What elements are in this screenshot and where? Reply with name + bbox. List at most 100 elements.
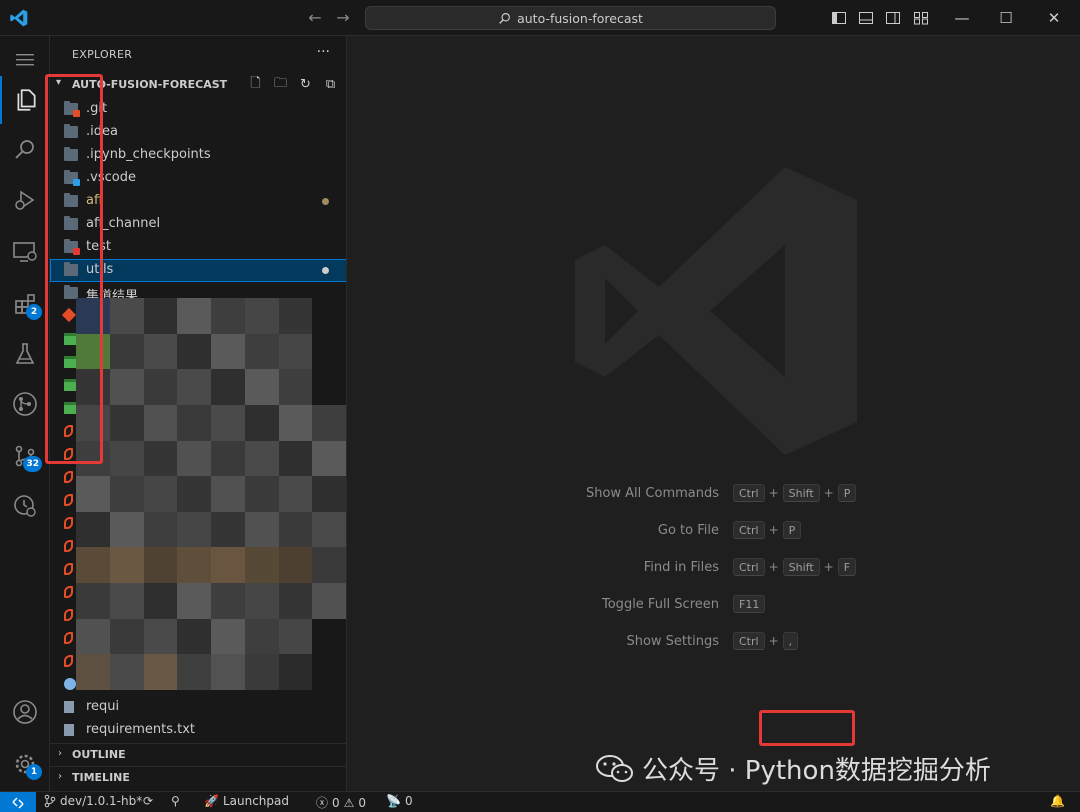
outline-section[interactable]: › OUTLINE bbox=[50, 743, 346, 765]
timeline-section[interactable]: › TIMELINE bbox=[50, 766, 346, 788]
python-file-icon bbox=[64, 563, 73, 575]
launchpad-label: Launchpad bbox=[222, 794, 289, 808]
key-separator: + bbox=[768, 560, 779, 574]
mosaic-cell bbox=[109, 440, 144, 477]
mosaic-cell bbox=[177, 298, 211, 334]
key-separator: + bbox=[768, 486, 779, 500]
explorer-activity[interactable] bbox=[0, 76, 50, 124]
tree-item[interactable]: requi bbox=[50, 696, 346, 719]
remote-explorer-activity[interactable] bbox=[0, 228, 50, 276]
python-file-icon bbox=[64, 517, 73, 529]
timeline-activity[interactable] bbox=[0, 482, 50, 530]
key-cap: F11 bbox=[733, 595, 766, 613]
annotation-highlight-box-bottom bbox=[759, 710, 855, 746]
command-center-search[interactable]: auto-fusion-forecast bbox=[365, 6, 776, 30]
mosaic-cell bbox=[211, 476, 245, 512]
mosaic-cell bbox=[278, 476, 313, 512]
mosaic-cell bbox=[177, 369, 211, 405]
git-graph-activity[interactable] bbox=[0, 380, 50, 428]
toggle-panel-icon[interactable] bbox=[858, 10, 874, 26]
outline-label: OUTLINE bbox=[72, 748, 126, 761]
text-file-icon bbox=[64, 701, 74, 713]
search-icon bbox=[15, 140, 34, 159]
back-arrow-icon[interactable]: ← bbox=[306, 9, 324, 27]
run-debug-icon bbox=[15, 190, 35, 210]
mosaic-cell bbox=[177, 440, 211, 477]
command-center-text: auto-fusion-forecast bbox=[517, 10, 643, 26]
mosaic-cell bbox=[109, 547, 144, 584]
mosaic-cell bbox=[109, 583, 144, 619]
mosaic-cell bbox=[143, 440, 178, 477]
tree-item[interactable]: requirements.txt bbox=[50, 719, 346, 742]
git-graph-status-icon[interactable]: ⚲ bbox=[171, 794, 180, 808]
sync-icon[interactable]: ⟳ bbox=[143, 794, 153, 808]
collapse-all-icon[interactable]: ⧉ bbox=[322, 76, 339, 93]
refresh-icon[interactable]: ↻ bbox=[297, 76, 314, 93]
warning-count: 0 bbox=[358, 795, 367, 810]
shortcut-row: Show All Commands Ctrl + Shift + P bbox=[347, 483, 1080, 520]
testing-activity[interactable] bbox=[0, 330, 50, 378]
extensions-badge: 2 bbox=[26, 304, 42, 320]
minimize-button[interactable]: — bbox=[950, 6, 974, 30]
mosaic-cell bbox=[109, 369, 144, 405]
toggle-secondary-sidebar-icon[interactable] bbox=[885, 10, 901, 26]
accounts-activity[interactable] bbox=[0, 688, 50, 736]
mosaic-cell bbox=[143, 404, 178, 441]
chevron-right-icon: › bbox=[58, 748, 62, 759]
mosaic-cell bbox=[143, 298, 178, 334]
extensions-activity[interactable]: 2 bbox=[0, 280, 50, 328]
key-cap: P bbox=[837, 484, 857, 502]
run-debug-activity[interactable] bbox=[0, 176, 50, 224]
manage-badge: 1 bbox=[26, 764, 42, 780]
mosaic-cell bbox=[211, 369, 245, 405]
shortcut-row: Toggle Full Screen F11 bbox=[347, 594, 1080, 631]
customize-layout-icon[interactable] bbox=[913, 10, 929, 26]
maximize-button[interactable]: ☐ bbox=[994, 6, 1018, 30]
branch-status[interactable]: dev/1.0.1-hb* bbox=[44, 794, 142, 808]
shortcut-label: Go to File bbox=[657, 523, 719, 538]
ports-status[interactable]: 📡 0 bbox=[386, 794, 413, 808]
notifications-bell-icon[interactable]: 🔔 bbox=[1050, 794, 1065, 808]
forward-arrow-icon[interactable]: → bbox=[334, 9, 352, 27]
new-folder-icon[interactable]: 🗀 bbox=[272, 76, 289, 93]
mosaic-cell bbox=[177, 476, 211, 512]
key-cap: Shift bbox=[782, 558, 820, 576]
tree-item-label: .ipynb_checkpoints bbox=[86, 147, 211, 162]
activity-bar: 2 32 1 bbox=[0, 36, 50, 791]
more-actions-icon[interactable]: ··· bbox=[317, 44, 330, 60]
hamburger-menu-icon bbox=[16, 54, 34, 66]
explorer-title: EXPLORER bbox=[72, 48, 133, 61]
keybinding: F11 bbox=[733, 595, 766, 613]
search-icon bbox=[499, 12, 511, 24]
mosaic-cell bbox=[109, 298, 144, 334]
shortcut-row: Go to File Ctrl + P bbox=[347, 520, 1080, 557]
source-control-activity[interactable]: 32 bbox=[0, 432, 50, 480]
mosaic-cell bbox=[76, 547, 110, 584]
close-button[interactable]: ✕ bbox=[1042, 6, 1066, 30]
remote-indicator[interactable] bbox=[0, 792, 36, 812]
mosaic-cell bbox=[278, 511, 313, 548]
new-file-icon[interactable]: 🗋 bbox=[247, 76, 264, 93]
problems-status[interactable]: ⓧ 0 ⚠ 0 bbox=[316, 794, 366, 811]
mosaic-cell bbox=[143, 583, 178, 619]
python-file-icon bbox=[64, 609, 73, 621]
mosaic-cell bbox=[244, 654, 279, 690]
mosaic-cell bbox=[278, 618, 313, 655]
ports-count: 0 bbox=[404, 794, 413, 808]
search-activity[interactable] bbox=[0, 126, 50, 174]
mosaic-cell bbox=[177, 333, 211, 370]
modified-dot bbox=[322, 267, 329, 274]
mosaic-cell bbox=[244, 404, 279, 441]
shortcut-row: Show Settings Ctrl +, bbox=[347, 631, 1080, 668]
manage-activity[interactable]: 1 bbox=[0, 740, 50, 788]
mosaic-cell bbox=[76, 476, 110, 512]
toggle-primary-sidebar-icon[interactable] bbox=[831, 10, 847, 26]
launchpad-status[interactable]: 🚀 Launchpad bbox=[204, 794, 289, 808]
rocket-icon: 🚀 bbox=[204, 794, 219, 808]
mosaic-cell bbox=[244, 583, 279, 619]
mosaic-cell bbox=[177, 404, 211, 441]
remote-explorer-icon bbox=[13, 242, 37, 262]
mosaic-cell bbox=[278, 333, 313, 370]
mosaic-cell bbox=[109, 476, 144, 512]
remote-icon bbox=[12, 796, 24, 809]
